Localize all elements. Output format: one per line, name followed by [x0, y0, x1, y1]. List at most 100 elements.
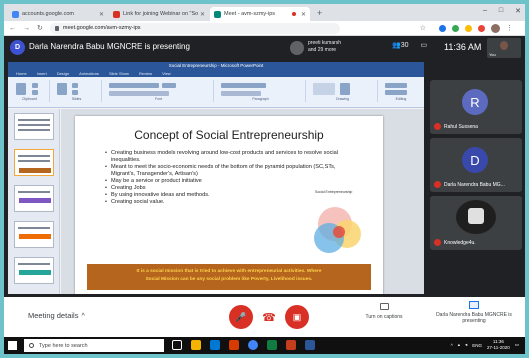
back-icon[interactable]: ←	[9, 25, 16, 32]
url-text: meet.google.com/avm-szmy-ips	[62, 25, 141, 31]
language-indicator[interactable]: ENG	[472, 343, 482, 348]
close-window-button[interactable]: ✕	[515, 7, 521, 15]
ppt-tab[interactable]: Insert	[37, 70, 47, 77]
extension-icon[interactable]	[439, 24, 446, 32]
notification-icon[interactable]: ▭	[515, 342, 519, 348]
ribbon-group-label: Font	[154, 97, 162, 101]
slide-thumbnail[interactable]	[14, 185, 54, 212]
ppt-tab[interactable]: Design	[57, 70, 69, 77]
tab-accounts[interactable]: accounts.google.com ✕	[8, 7, 108, 21]
reset-icon[interactable]	[72, 90, 78, 95]
ppt-tab[interactable]: Animations	[79, 70, 99, 77]
ribbon-group-label: Drawing	[336, 97, 349, 101]
maximize-button[interactable]: □	[499, 7, 503, 15]
taskbar-clock[interactable]: 11:36 27-11-2020	[487, 339, 510, 351]
hangup-icon: ☎	[262, 311, 276, 324]
slide-title: Concept of Social Entrepreneurship	[134, 128, 324, 142]
self-view[interactable]: You	[487, 38, 521, 58]
task-view-icon[interactable]	[172, 340, 182, 350]
captions-button[interactable]: Turn on captions	[359, 303, 409, 320]
current-slide[interactable]: Concept of Social Entrepreneurship Creat…	[75, 116, 383, 294]
slide-thumbnail[interactable]	[14, 257, 54, 284]
reload-icon[interactable]: ↻	[37, 24, 43, 32]
joined-notice: preeti kumarsh and 29 more	[308, 40, 341, 54]
slide-thumbnail-selected[interactable]	[14, 149, 54, 176]
find-icon[interactable]	[385, 83, 407, 88]
participant-tile[interactable]: Knowledge4u.	[430, 196, 522, 250]
mic-toggle-button[interactable]: 🎤	[229, 305, 253, 329]
extension-icon[interactable]	[465, 24, 472, 32]
menu-icon[interactable]: ⋮	[506, 24, 513, 32]
url-bar[interactable]: meet.google.com/avm-szmy-ips	[49, 22, 340, 34]
font-name-box[interactable]	[109, 83, 159, 88]
participant-count: 30	[400, 42, 409, 49]
slide-thumbnail[interactable]	[14, 221, 54, 248]
new-slide-icon[interactable]	[57, 83, 67, 95]
chat-icon[interactable]: ▭	[421, 41, 428, 49]
meeting-details-button[interactable]: Meeting details ^	[28, 311, 85, 320]
word-icon[interactable]	[305, 340, 315, 350]
tab-gmail[interactable]: Link for joining Webinar on "Soc ✕	[109, 7, 209, 21]
thumb-line	[18, 263, 50, 265]
ppt-window-title: Social Entrepreneurship - Microsoft Powe…	[8, 62, 424, 70]
copy-icon[interactable]	[32, 90, 38, 95]
ppt-tab[interactable]: Slide Show	[109, 70, 129, 77]
chrome-icon[interactable]	[248, 340, 258, 350]
venn-diagram	[314, 207, 361, 253]
profile-avatar[interactable]	[491, 23, 500, 33]
ribbon-group-label: Clipboard	[22, 97, 37, 101]
cut-icon[interactable]	[32, 83, 38, 88]
participant-tile[interactable]: R Rahul Suxsena	[430, 80, 522, 134]
paste-icon[interactable]	[16, 83, 26, 95]
participant-tile[interactable]: D Darla Narendra Babu MG...	[430, 138, 522, 192]
star-icon[interactable]: ☆	[420, 24, 426, 32]
presentation-button[interactable]: Darla Narendra Babu MGNCRE is presenting	[426, 301, 522, 324]
ribbon-group-label: Slides	[71, 97, 82, 101]
leave-call-button[interactable]: ☎	[257, 305, 281, 329]
file-explorer-icon[interactable]	[191, 340, 201, 350]
layout-icon[interactable]	[72, 83, 78, 88]
thumb-image	[19, 198, 51, 203]
tab-meet[interactable]: Meet - avm-szmy-ips ✕	[210, 7, 310, 21]
ppt-tab[interactable]: View	[162, 70, 171, 77]
taskbar-search[interactable]: Type here to search	[24, 339, 164, 352]
powerpoint-icon[interactable]	[286, 340, 296, 350]
align-icons[interactable]	[221, 91, 261, 96]
meet-clock: 11:36 AM	[444, 42, 482, 52]
participant-avatar: R	[462, 89, 488, 115]
joined-more: and 29 more	[308, 47, 337, 53]
volume-icon[interactable]: ◂	[465, 342, 467, 348]
slide-thumbnail[interactable]	[14, 113, 54, 140]
presenter-avatar: D	[10, 40, 25, 55]
extension-icon[interactable]	[452, 24, 459, 32]
bullet-item: May be a service or product initiative	[105, 178, 343, 185]
network-icon[interactable]: ▴	[458, 342, 460, 348]
chevron-up-icon[interactable]: ^	[451, 343, 453, 348]
office-icon[interactable]	[229, 340, 239, 350]
participant-video	[456, 200, 496, 234]
windows-start-icon[interactable]	[8, 341, 17, 350]
extension-icon[interactable]	[478, 24, 485, 32]
thumb-line	[18, 155, 50, 157]
list-icons[interactable]	[221, 83, 266, 88]
ppt-tab[interactable]: Home	[16, 70, 27, 77]
font-size-box[interactable]	[162, 83, 176, 88]
replace-icon[interactable]	[385, 90, 407, 95]
minimize-button[interactable]: –	[483, 7, 487, 15]
camera-off-icon: ▣	[292, 311, 302, 322]
font-format-icons[interactable]	[109, 91, 169, 96]
close-tab-icon[interactable]: ✕	[301, 11, 306, 18]
shapes-gallery[interactable]	[313, 83, 335, 95]
thumb-banner	[19, 168, 51, 173]
participants-icon[interactable]: 👥30	[392, 41, 409, 49]
forward-icon[interactable]: →	[23, 25, 30, 32]
close-tab-icon[interactable]: ✕	[200, 11, 205, 18]
camera-toggle-button[interactable]: ▣	[285, 305, 309, 329]
excel-icon[interactable]	[267, 340, 277, 350]
ppt-tab[interactable]: Review	[139, 70, 152, 77]
close-tab-icon[interactable]: ✕	[99, 11, 104, 18]
new-tab-button[interactable]: +	[311, 8, 328, 18]
arrange-icon[interactable]	[340, 83, 350, 95]
mic-off-icon: 🎤	[235, 311, 247, 322]
edge-icon[interactable]	[210, 340, 220, 350]
